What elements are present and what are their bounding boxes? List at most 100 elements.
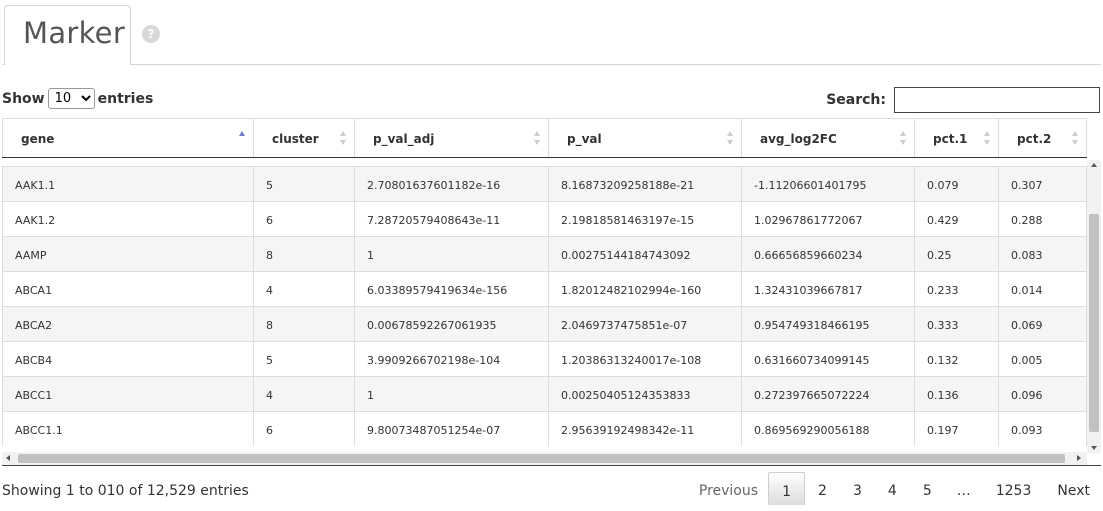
- sort-icon: [984, 131, 991, 146]
- cell-pct2: 0.093: [999, 412, 1087, 446]
- sort-icon: [534, 131, 541, 146]
- cell-p_val: 1.20386313240017e-108: [549, 342, 742, 376]
- scroll-down-icon[interactable]: [1091, 446, 1097, 450]
- column-header-pct2[interactable]: pct.2: [999, 119, 1087, 157]
- cell-p_val_adj: 0.00678592267061935: [355, 307, 549, 341]
- cell-gene: ABCC1: [2, 377, 254, 411]
- table-row[interactable]: ABCC1 4 1 0.00250405124353833 0.272397665072…: [2, 376, 1087, 411]
- cell-p_val_adj: 3.9909266702198e-104: [355, 342, 549, 376]
- cell-cluster: 5: [254, 167, 355, 201]
- table-row[interactable]: ABCB4 5 3.9909266702198e-104 1.203863132400…: [2, 341, 1087, 376]
- cell-pct1: 0.136: [915, 377, 999, 411]
- cell-gene: AAK1.1: [2, 167, 254, 201]
- column-label: gene: [21, 132, 55, 146]
- column-label: pct.2: [1017, 132, 1052, 146]
- sort-icon: [1072, 131, 1079, 146]
- table-row[interactable]: AAMP 8 1 0.00275144184743092 0.6665685966023…: [2, 236, 1087, 271]
- column-header-gene[interactable]: gene: [2, 119, 254, 157]
- table-row[interactable]: ABCA2 8 0.00678592267061935 2.0469737475851…: [2, 306, 1087, 341]
- page-button-current[interactable]: 1: [768, 472, 806, 505]
- sort-icon: [900, 131, 907, 146]
- cell-pct1: 0.233: [915, 272, 999, 306]
- column-header-p-val-adj[interactable]: p_val_adj: [355, 119, 549, 157]
- cell-p_val: 0.00250405124353833: [549, 377, 742, 411]
- data-table: gene cluster p_val_adj p_val avg_log2FC …: [2, 118, 1101, 466]
- scroll-up-icon[interactable]: [1091, 163, 1097, 167]
- entries-label: entries: [97, 90, 154, 107]
- table-body: AAK1.1 5 2.70801637601182e-16 8.16873209258…: [2, 166, 1087, 452]
- table-row[interactable]: ABCA1 4 6.03389579419634e-156 1.82012482102…: [2, 271, 1087, 306]
- cell-pct2: 0.096: [999, 377, 1087, 411]
- next-button[interactable]: Next: [1044, 472, 1103, 505]
- cell-avg_log2fc: 0.631660734099145: [742, 342, 915, 376]
- cell-pct2: 0.288: [999, 202, 1087, 236]
- pagination-ellipsis: …: [956, 483, 971, 499]
- table-row[interactable]: ABCC1.1 6 9.80073487051254e-07 2.9563919249…: [2, 411, 1087, 446]
- help-icon[interactable]: ?: [142, 25, 160, 43]
- column-label: p_val_adj: [373, 132, 435, 146]
- column-header-p-val[interactable]: p_val: [549, 119, 742, 157]
- search-label: Search:: [826, 92, 886, 108]
- horizontal-scrollbar[interactable]: [2, 452, 1087, 465]
- entries-length-control: Show 10 entries: [2, 88, 153, 109]
- cell-pct2: 0.014: [999, 272, 1087, 306]
- cell-p_val: 2.0469737475851e-07: [549, 307, 742, 341]
- search-input[interactable]: [894, 87, 1100, 113]
- cell-avg_log2fc: 1.32431039667817: [742, 272, 915, 306]
- cell-avg_log2fc: 0.869569290056188: [742, 412, 915, 446]
- cell-gene: ABCA2: [2, 307, 254, 341]
- cell-p_val_adj: 9.80073487051254e-07: [355, 412, 549, 446]
- page-button[interactable]: 5: [910, 472, 945, 505]
- table-info: Showing 1 to 010 of 12,529 entries: [2, 483, 249, 499]
- table-row[interactable]: AAK1.1 5 2.70801637601182e-16 8.16873209258…: [2, 166, 1087, 201]
- cell-p_val_adj: 1: [355, 377, 549, 411]
- sort-ascending-icon: [239, 131, 246, 146]
- previous-button[interactable]: Previous: [686, 472, 768, 505]
- cell-cluster: 8: [254, 237, 355, 271]
- cell-cluster: 6: [254, 412, 355, 446]
- cell-p_val_adj: 1: [355, 237, 549, 271]
- cell-avg_log2fc: 0.954749318466195: [742, 307, 915, 341]
- scroll-right-icon[interactable]: [1077, 455, 1081, 461]
- horizontal-scroll-thumb[interactable]: [18, 454, 1065, 463]
- cell-pct1: 0.429: [915, 202, 999, 236]
- column-label: p_val: [567, 132, 602, 146]
- cell-gene: AAMP: [2, 237, 254, 271]
- vertical-scrollbar[interactable]: [1087, 160, 1101, 453]
- scroll-left-icon[interactable]: [6, 455, 10, 461]
- search-control: Search:: [826, 87, 1100, 113]
- column-header-cluster[interactable]: cluster: [254, 119, 355, 157]
- cell-cluster: 5: [254, 342, 355, 376]
- cell-avg_log2fc: 0.66656859660234: [742, 237, 915, 271]
- vertical-scroll-thumb[interactable]: [1089, 214, 1099, 432]
- column-header-pct1[interactable]: pct.1: [915, 119, 999, 157]
- cell-pct2: 0.307: [999, 167, 1087, 201]
- cell-cluster: 4: [254, 272, 355, 306]
- column-label: avg_log2FC: [760, 132, 837, 146]
- cell-gene: AAK1.2: [2, 202, 254, 236]
- cell-cluster: 6: [254, 202, 355, 236]
- page-button[interactable]: 4: [875, 472, 910, 505]
- tab-marker[interactable]: Marker: [4, 5, 131, 65]
- cell-avg_log2fc: 0.272397665072224: [742, 377, 915, 411]
- cell-cluster: 4: [254, 377, 355, 411]
- cell-gene: ABCB4: [2, 342, 254, 376]
- page-button-last[interactable]: 1253: [983, 472, 1045, 505]
- show-label: Show: [2, 90, 45, 107]
- cell-gene: ABCA1: [2, 272, 254, 306]
- table-row[interactable]: AAK1.2 6 7.28720579408643e-11 2.19818581463…: [2, 201, 1087, 236]
- cell-pct1: 0.079: [915, 167, 999, 201]
- cell-p_val: 8.16873209258188e-21: [549, 167, 742, 201]
- cell-avg_log2fc: 1.02967861772067: [742, 202, 915, 236]
- page-button[interactable]: 3: [840, 472, 875, 505]
- cell-pct1: 0.197: [915, 412, 999, 446]
- cell-p_val_adj: 2.70801637601182e-16: [355, 167, 549, 201]
- cell-p_val: 2.95639192498342e-11: [549, 412, 742, 446]
- cell-avg_log2fc: -1.11206601401795: [742, 167, 915, 201]
- cell-gene: ABCC1.1: [2, 412, 254, 446]
- tab-title: Marker: [23, 16, 126, 50]
- sort-icon: [727, 131, 734, 146]
- page-button[interactable]: 2: [805, 472, 840, 505]
- entries-select[interactable]: 10: [47, 88, 95, 109]
- column-header-avg-log2fc[interactable]: avg_log2FC: [742, 119, 915, 157]
